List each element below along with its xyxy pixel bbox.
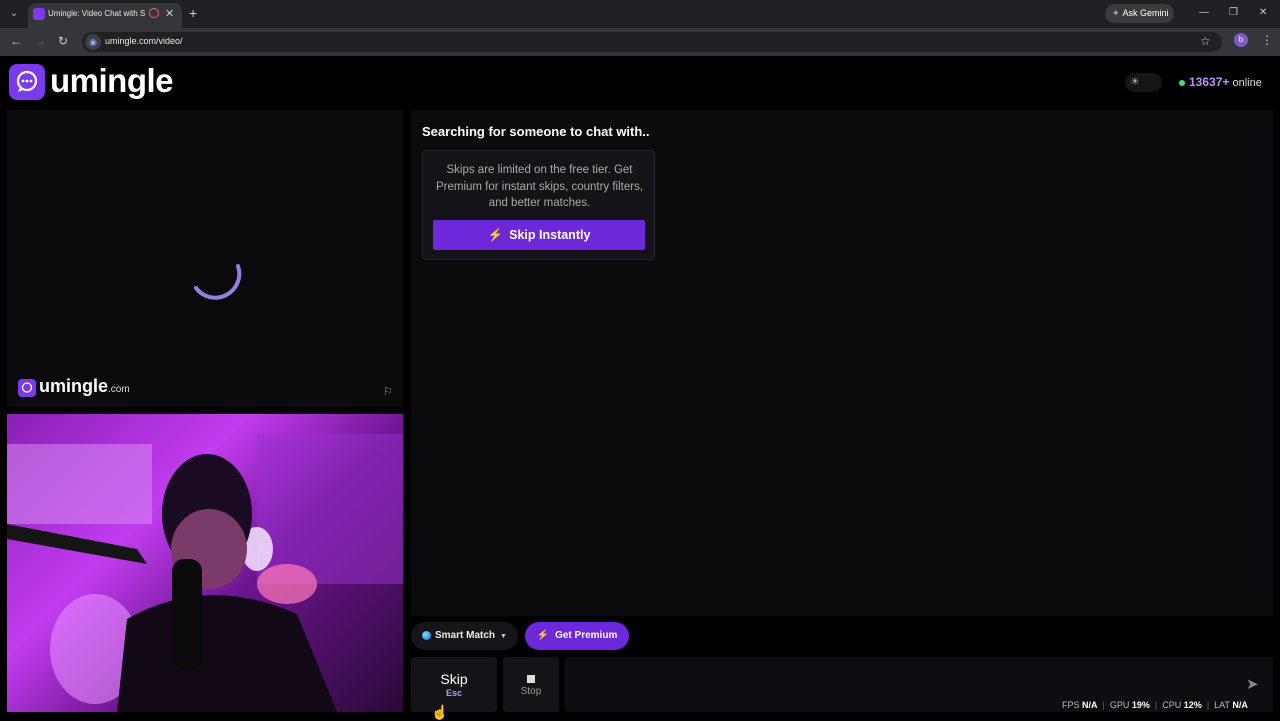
stop-icon bbox=[527, 675, 535, 683]
chat-panel: Searching for someone to chat with.. Ski… bbox=[411, 110, 1273, 616]
globe-icon bbox=[422, 630, 431, 640]
get-premium-button[interactable]: ⚡ Get Premium bbox=[525, 622, 629, 650]
profile-avatar[interactable]: b bbox=[1234, 33, 1248, 47]
lightning-icon: ⚡ bbox=[536, 630, 550, 641]
umingle-logo-icon[interactable] bbox=[9, 64, 45, 100]
gpu-label: GPU bbox=[1109, 700, 1130, 710]
watermark-logo-icon bbox=[18, 379, 36, 397]
premium-upsell-card: Skips are limited on the free tier. Get … bbox=[422, 150, 655, 260]
theme-toggle[interactable]: ☀ bbox=[1125, 73, 1162, 92]
self-camera-video bbox=[7, 414, 403, 712]
send-icon[interactable]: ➤ bbox=[1246, 675, 1259, 693]
skip-button[interactable]: Skip Esc bbox=[411, 657, 497, 712]
smart-match-label: Smart Match bbox=[435, 630, 496, 641]
cpu-label: CPU bbox=[1162, 700, 1182, 710]
minimize-icon[interactable]: — bbox=[1199, 7, 1209, 18]
watermark-text: umingle.com bbox=[39, 376, 130, 397]
get-premium-label: Get Premium bbox=[555, 630, 618, 641]
performance-stats: FPS N/A | GPU 19% | CPU 12% | LAT N/A bbox=[1062, 700, 1248, 710]
search-status-text: Searching for someone to chat with.. bbox=[422, 124, 650, 139]
online-status-dot bbox=[1179, 80, 1185, 87]
remote-video-panel: umingle.com ⚐ bbox=[7, 110, 403, 407]
skip-label: Skip bbox=[440, 671, 468, 687]
fps-value: N/A bbox=[1082, 700, 1098, 710]
logo-wordmark[interactable]: umingle bbox=[50, 62, 174, 100]
online-label: online bbox=[1232, 77, 1262, 89]
lat-label: LAT bbox=[1214, 700, 1230, 710]
back-arrow-icon[interactable]: ← bbox=[10, 34, 22, 48]
ask-gemini-label: Ask Gemini bbox=[1122, 8, 1169, 18]
bookmark-star-icon[interactable]: ☆ bbox=[1200, 34, 1211, 48]
caret-down-icon: ▼ bbox=[500, 633, 507, 640]
watermark-tld: .com bbox=[108, 384, 130, 395]
recording-indicator-icon bbox=[149, 8, 159, 18]
gemini-sparkle-icon: ✦ bbox=[1112, 8, 1120, 18]
address-bar[interactable]: ◉ umingle.com/video/ ☆ bbox=[82, 32, 1222, 52]
loading-spinner-icon bbox=[194, 264, 242, 300]
forward-arrow-icon[interactable]: → bbox=[34, 34, 46, 48]
reload-icon[interactable]: ↻ bbox=[58, 34, 68, 48]
gpu-value: 19% bbox=[1131, 700, 1150, 710]
mouse-cursor-icon: ☝ bbox=[431, 704, 449, 720]
upsell-text: Skips are limited on the free tier. Get … bbox=[435, 164, 644, 209]
umingle-favicon-icon bbox=[33, 8, 45, 20]
site-info-icon[interactable]: ◉ bbox=[85, 34, 101, 50]
lat-value: N/A bbox=[1232, 700, 1248, 710]
close-tab-icon[interactable]: ✕ bbox=[165, 7, 174, 20]
report-flag-icon[interactable]: ⚐ bbox=[383, 385, 393, 398]
cpu-value: 12% bbox=[1183, 700, 1202, 710]
fps-label: FPS bbox=[1062, 700, 1080, 710]
self-camera-feed-image bbox=[7, 434, 403, 712]
online-count: 13637+ bbox=[1189, 75, 1230, 89]
close-window-icon[interactable]: ✕ bbox=[1259, 7, 1267, 18]
skip-instantly-label: Skip Instantly bbox=[509, 228, 591, 242]
skip-shortcut-hint: Esc bbox=[445, 688, 462, 698]
url-text: umingle.com/video/ bbox=[105, 36, 183, 46]
new-tab-button[interactable]: + bbox=[189, 5, 197, 21]
restore-icon[interactable]: ❐ bbox=[1229, 7, 1238, 18]
ask-gemini-button[interactable]: ✦ Ask Gemini bbox=[1105, 4, 1174, 23]
browser-toolbar: ← → ↻ ◉ umingle.com/video/ ☆ b ⋮ bbox=[0, 28, 1280, 56]
watermark-name: umingle bbox=[39, 376, 109, 396]
lightning-icon: ⚡ bbox=[487, 228, 504, 242]
browser-tab-bar: ⌄ Umingle: Video Chat with S ✕ + ✦ Ask Ge… bbox=[0, 0, 1280, 28]
sun-icon: ☀ bbox=[1130, 76, 1140, 88]
tab-title: Umingle: Video Chat with S bbox=[48, 9, 146, 18]
skip-instantly-button[interactable]: ⚡ Skip Instantly bbox=[433, 220, 645, 250]
smart-match-dropdown[interactable]: Smart Match ▼ bbox=[411, 622, 518, 650]
browser-menu-icon[interactable]: ⋮ bbox=[1261, 33, 1273, 47]
stop-button[interactable]: Stop bbox=[503, 657, 559, 712]
tab-search-chevron-icon[interactable]: ⌄ bbox=[6, 6, 22, 22]
browser-tab[interactable]: Umingle: Video Chat with S ✕ bbox=[28, 3, 182, 28]
stop-label: Stop bbox=[520, 686, 542, 697]
online-counter: 13637+ online bbox=[1179, 75, 1262, 89]
